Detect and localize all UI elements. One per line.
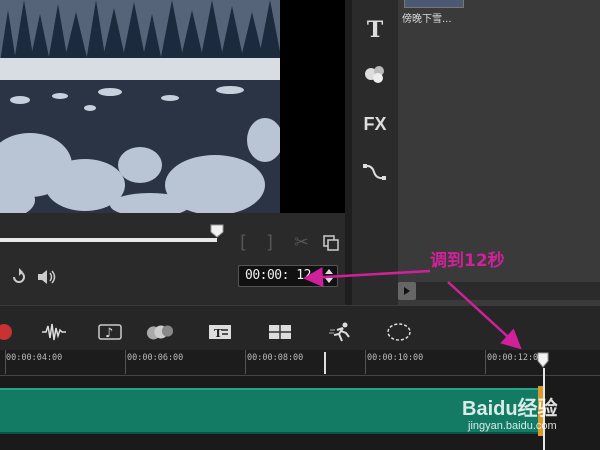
repeat-icon[interactable] — [10, 268, 28, 286]
library-thumbnail-label: 傍晚下雪... — [402, 14, 452, 25]
audio-mixer-button[interactable] — [40, 320, 68, 344]
ruler-label: 00:00:08:00 — [247, 353, 304, 363]
preview-letterbox — [280, 0, 345, 213]
mark-in-icon[interactable]: [ — [240, 232, 247, 253]
mark-out-icon[interactable]: ] — [266, 232, 273, 253]
sidebar-item-path[interactable] — [360, 158, 390, 186]
ruler-tick — [125, 350, 126, 374]
transition-icon — [365, 66, 384, 83]
scrub-bar[interactable] — [0, 238, 217, 242]
ruler-tick — [245, 350, 246, 374]
chevron-right-icon — [404, 287, 410, 295]
sidebar-item-transition[interactable] — [360, 60, 390, 88]
sidebar-item-title[interactable]: T — [360, 16, 390, 44]
timecode-input[interactable]: 00:00: 12: — [238, 265, 338, 287]
library-footer — [416, 282, 600, 300]
path-icon — [363, 164, 386, 180]
audio-wave-icon — [42, 323, 66, 341]
ruler-label: 00:00:12:00 — [487, 353, 544, 363]
timeline-toolbar: ♪ T — [0, 305, 600, 350]
video-clip[interactable] — [0, 388, 542, 434]
annotation-label: 调到12秒 — [430, 251, 505, 271]
color-circles-icon — [146, 325, 174, 340]
library-thumbnail[interactable] — [404, 0, 464, 8]
sidebar-item-fx[interactable]: FX — [360, 110, 390, 138]
motion-tracking-button[interactable] — [328, 320, 356, 344]
color-button[interactable] — [146, 320, 174, 344]
library-category-bar: T FX — [352, 0, 398, 305]
scissors-icon[interactable]: ✂ — [294, 232, 309, 253]
preview-panel: [ ] ✂ 00:00: 12: — [0, 0, 345, 305]
timeline-ruler[interactable]: 00:00:04:00 00:00:06:00 00:00:08:00 00:0… — [0, 350, 600, 376]
watermark-logo-text: Baidu经验 — [462, 398, 558, 420]
split-screen-button[interactable] — [266, 320, 294, 344]
timecode-spinner-icon[interactable] — [324, 268, 334, 284]
baidu-watermark: Baidu经验 jingyan.baidu.com — [462, 392, 598, 442]
auto-music-button[interactable]: ♪ — [96, 320, 124, 344]
ruler-label: 00:00:06:00 — [127, 353, 184, 363]
timecode-value: 00:00: 12: — [245, 268, 319, 283]
motion-path-icon — [387, 323, 411, 341]
record-icon — [0, 324, 12, 340]
library-expand-button[interactable] — [398, 282, 416, 300]
ruler-label: 00:00:04:00 — [6, 353, 63, 363]
snow-river-scene — [0, 0, 280, 213]
volume-icon[interactable] — [36, 268, 58, 286]
title-track-icon: T — [209, 325, 231, 340]
ruler-tick — [485, 350, 486, 374]
motion-path-button[interactable] — [385, 320, 413, 344]
ruler-label: 00:00:10:00 — [367, 353, 424, 363]
playhead-handle[interactable] — [537, 352, 549, 368]
title-track-button[interactable]: T — [206, 320, 234, 344]
fx-icon: FX — [363, 113, 387, 134]
record-button[interactable] — [0, 320, 18, 344]
scrub-handle[interactable] — [210, 224, 224, 238]
svg-text:♪: ♪ — [105, 326, 113, 341]
ruler-marker — [324, 352, 326, 374]
watermark-url: jingyan.baidu.com — [468, 420, 557, 432]
svg-text:T: T — [214, 327, 223, 340]
video-preview — [0, 0, 280, 213]
ruler-tick — [365, 350, 366, 374]
title-icon: T — [366, 17, 384, 43]
running-man-icon — [329, 322, 350, 342]
copy-icon[interactable] — [322, 234, 340, 252]
trim-controls: [ ] ✂ — [238, 232, 348, 254]
music-clef-icon: ♪ — [98, 324, 122, 341]
split-screen-icon — [269, 325, 291, 339]
